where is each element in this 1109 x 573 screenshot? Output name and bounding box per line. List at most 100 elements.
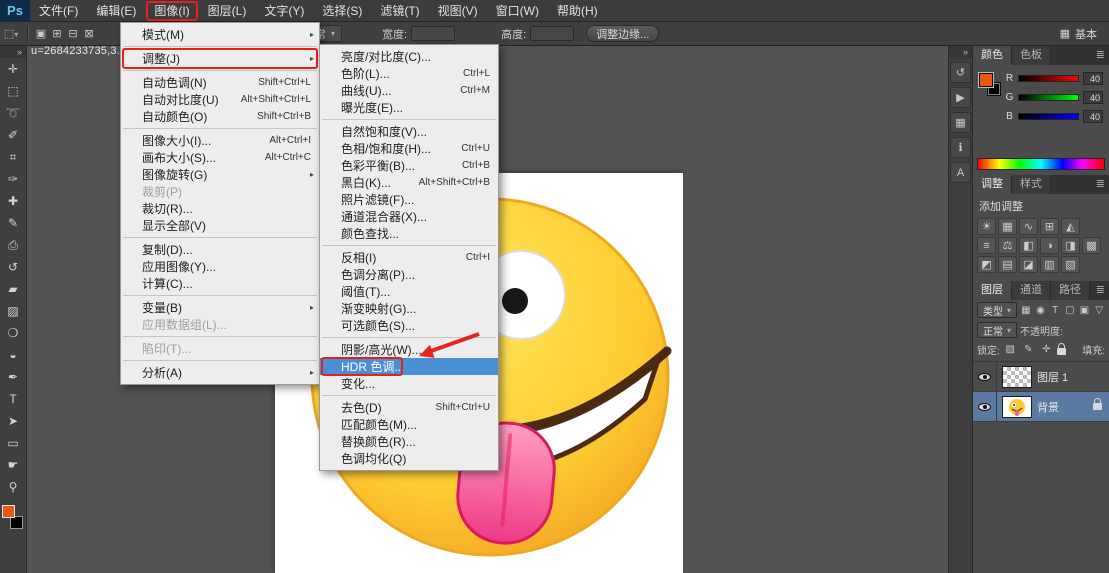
menu-item-levels[interactable]: 色阶(L)...Ctrl+L — [320, 65, 498, 82]
path-selection-tool-icon[interactable]: ➤ — [1, 410, 25, 432]
character-panel-icon[interactable]: A — [950, 162, 971, 183]
tool-preset-icon[interactable]: ⬚▾ — [0, 27, 22, 40]
menu-edit[interactable]: 编辑(E) — [87, 1, 145, 21]
color-balance-adjustment-icon[interactable]: ⚖ — [998, 237, 1017, 254]
layer-row-background-selected[interactable]: 背景 — [973, 392, 1109, 422]
tab-channels[interactable]: 通道 — [1012, 281, 1051, 300]
foreground-color-swatch[interactable] — [979, 73, 993, 87]
tab-layers[interactable]: 图层 — [973, 281, 1012, 300]
photo-filter-adjustment-icon[interactable]: ◑ — [1040, 237, 1059, 254]
blur-tool-icon[interactable]: ❍ — [1, 322, 25, 344]
layer-visibility-icon[interactable] — [978, 403, 991, 411]
green-value[interactable]: 40 — [1083, 91, 1103, 104]
exposure-adjustment-icon[interactable]: ⊞ — [1040, 218, 1059, 235]
tab-adjustments[interactable]: 调整 — [973, 175, 1012, 194]
menu-item-image-rotation[interactable]: 图像旋转(G)▸ — [121, 166, 319, 183]
threshold-adjustment-icon[interactable]: ◪ — [1019, 256, 1038, 273]
type-tool-icon[interactable]: T — [1, 388, 25, 410]
menu-item-photo-filter[interactable]: 照片滤镜(F)... — [320, 191, 498, 208]
color-lookup-adjustment-icon[interactable]: ▩ — [1082, 237, 1101, 254]
menu-help[interactable]: 帮助(H) — [548, 1, 607, 21]
menu-select[interactable]: 选择(S) — [313, 1, 371, 21]
menu-view[interactable]: 视图(V) — [429, 1, 487, 21]
menu-item-brightness-contrast[interactable]: 亮度/对比度(C)... — [320, 48, 498, 65]
workspace-switcher[interactable]: ▦基本 — [1060, 26, 1097, 42]
width-input[interactable] — [411, 26, 455, 41]
layer-filter-select[interactable]: 类型▾ — [977, 302, 1017, 318]
zoom-tool-icon[interactable]: ⚲ — [1, 476, 25, 498]
menu-item-replace-color[interactable]: 替换颜色(R)... — [320, 433, 498, 450]
dodge-tool-icon[interactable]: ◒ — [1, 344, 25, 366]
menu-item-variations[interactable]: 变化... — [320, 375, 498, 392]
properties-panel-icon[interactable]: ▦ — [950, 112, 971, 133]
selective-color-adjustment-icon[interactable]: ▧ — [1061, 256, 1080, 273]
invert-adjustment-icon[interactable]: ◩ — [977, 256, 996, 273]
menu-item-analysis[interactable]: 分析(A)▸ — [121, 364, 319, 381]
smart-object-filter-icon[interactable]: ▣ — [1079, 305, 1091, 316]
menu-item-channel-mixer[interactable]: 通道混合器(X)... — [320, 208, 498, 225]
dock-collapse-icon[interactable]: » — [949, 46, 972, 58]
vibrance-adjustment-icon[interactable]: ◭ — [1061, 218, 1080, 235]
refine-edge-button[interactable]: 调整边缘... — [586, 25, 659, 42]
menu-item-duplicate[interactable]: 复制(D)... — [121, 241, 319, 258]
menu-filter[interactable]: 滤镜(T) — [371, 1, 428, 21]
blue-value[interactable]: 40 — [1083, 110, 1103, 123]
type-layers-filter-icon[interactable]: T — [1049, 305, 1061, 316]
menu-item-equalize[interactable]: 色调均化(Q) — [320, 450, 498, 467]
brush-tool-icon[interactable]: ✎ — [1, 212, 25, 234]
menu-item-auto-tone[interactable]: 自动色调(N)Shift+Ctrl+L — [121, 74, 319, 91]
menu-item-variables[interactable]: 变量(B)▸ — [121, 299, 319, 316]
blend-mode-select[interactable]: 正常▾ — [977, 322, 1017, 338]
info-panel-icon[interactable]: ℹ — [950, 137, 971, 158]
menu-image[interactable]: 图像(I) — [146, 1, 197, 21]
intersect-selection-icon[interactable]: ⊠ — [81, 27, 97, 40]
menu-item-color-lookup[interactable]: 颜色查找... — [320, 225, 498, 242]
shape-layers-filter-icon[interactable]: ▢ — [1064, 305, 1076, 316]
tab-styles[interactable]: 样式 — [1012, 175, 1051, 194]
adjustment-layers-filter-icon[interactable]: ◉ — [1035, 305, 1047, 316]
menu-item-hdr-toning[interactable]: HDR 色调... — [320, 358, 498, 375]
menu-item-invert[interactable]: 反相(I)Ctrl+I — [320, 249, 498, 266]
menu-layer[interactable]: 图层(L) — [199, 1, 256, 21]
menu-item-canvas-size[interactable]: 画布大小(S)...Alt+Ctrl+C — [121, 149, 319, 166]
black-white-adjustment-icon[interactable]: ◧ — [1019, 237, 1038, 254]
menu-item-adjustments[interactable]: 调整(J)▸ — [121, 50, 319, 67]
menu-item-hue-saturation[interactable]: 色相/饱和度(H)...Ctrl+U — [320, 140, 498, 157]
clone-stamp-tool-icon[interactable]: ⎙ — [1, 234, 25, 256]
add-selection-icon[interactable]: ⊞ — [49, 27, 65, 40]
lock-transparency-icon[interactable]: ▨ — [1003, 344, 1018, 355]
curves-adjustment-icon[interactable]: ∿ — [1019, 218, 1038, 235]
eraser-tool-icon[interactable]: ▰ — [1, 278, 25, 300]
eyedropper-tool-icon[interactable]: ✑ — [1, 168, 25, 190]
menu-item-apply-data-set[interactable]: 应用数据组(L)... — [121, 316, 319, 333]
menu-item-threshold[interactable]: 阈值(T)... — [320, 283, 498, 300]
brightness-contrast-adjustment-icon[interactable]: ☀ — [977, 218, 996, 235]
toolbar-collapse-icon[interactable]: » — [0, 46, 26, 58]
actions-panel-icon[interactable]: ▶ — [950, 87, 971, 108]
menu-item-desaturate[interactable]: 去色(D)Shift+Ctrl+U — [320, 399, 498, 416]
opacity-label[interactable]: 不透明度: — [1020, 323, 1105, 338]
hue-saturation-adjustment-icon[interactable]: ≡ — [977, 237, 996, 254]
menu-item-trim[interactable]: 裁切(R)... — [121, 200, 319, 217]
tab-swatches[interactable]: 色板 — [1012, 46, 1051, 65]
menu-item-shadows-highlights[interactable]: 阴影/高光(W)... — [320, 341, 498, 358]
menu-item-trap[interactable]: 陷印(T)... — [121, 340, 319, 357]
menu-item-curves[interactable]: 曲线(U)...Ctrl+M — [320, 82, 498, 99]
menu-item-black-white[interactable]: 黑白(K)...Alt+Shift+Ctrl+B — [320, 174, 498, 191]
new-selection-icon[interactable]: ▣ — [33, 27, 49, 40]
channel-mixer-adjustment-icon[interactable]: ◨ — [1061, 237, 1080, 254]
lasso-tool-icon[interactable]: ➰ — [1, 102, 25, 124]
filter-toggle-icon[interactable]: ▽ — [1093, 305, 1105, 316]
subtract-selection-icon[interactable]: ⊟ — [65, 27, 81, 40]
menu-item-reveal-all[interactable]: 显示全部(V) — [121, 217, 319, 234]
menu-item-auto-contrast[interactable]: 自动对比度(U)Alt+Shift+Ctrl+L — [121, 91, 319, 108]
red-slider[interactable] — [1018, 75, 1079, 82]
menu-window[interactable]: 窗口(W) — [487, 1, 548, 21]
layer-visibility-icon[interactable] — [978, 373, 991, 381]
move-tool-icon[interactable]: ✛ — [1, 58, 25, 80]
menu-item-gradient-map[interactable]: 渐变映射(G)... — [320, 300, 498, 317]
green-slider[interactable] — [1018, 94, 1079, 101]
height-input[interactable] — [530, 26, 574, 41]
menu-item-crop[interactable]: 裁剪(P) — [121, 183, 319, 200]
blue-slider[interactable] — [1018, 113, 1079, 120]
